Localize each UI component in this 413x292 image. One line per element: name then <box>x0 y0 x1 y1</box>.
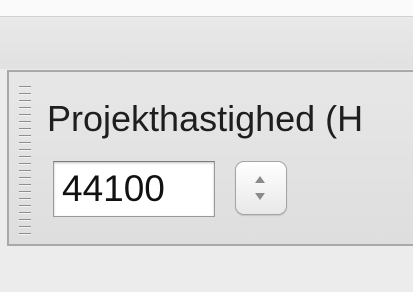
project-rate-stepper[interactable] <box>235 161 287 215</box>
toolbar-grip-handle[interactable] <box>19 86 31 236</box>
window-top-edge <box>0 0 413 17</box>
project-rate-toolbar: Projekthastighed (H <box>7 70 413 246</box>
arrow-up-icon <box>255 176 265 183</box>
project-rate-input[interactable] <box>53 161 215 217</box>
project-rate-label: Projekthastighed (H <box>47 98 364 139</box>
arrow-down-icon <box>255 193 265 200</box>
stepper-decrement-button[interactable] <box>236 188 286 214</box>
status-area <box>0 247 413 292</box>
toolbar-strip <box>0 17 413 69</box>
stepper-increment-button[interactable] <box>236 162 286 188</box>
